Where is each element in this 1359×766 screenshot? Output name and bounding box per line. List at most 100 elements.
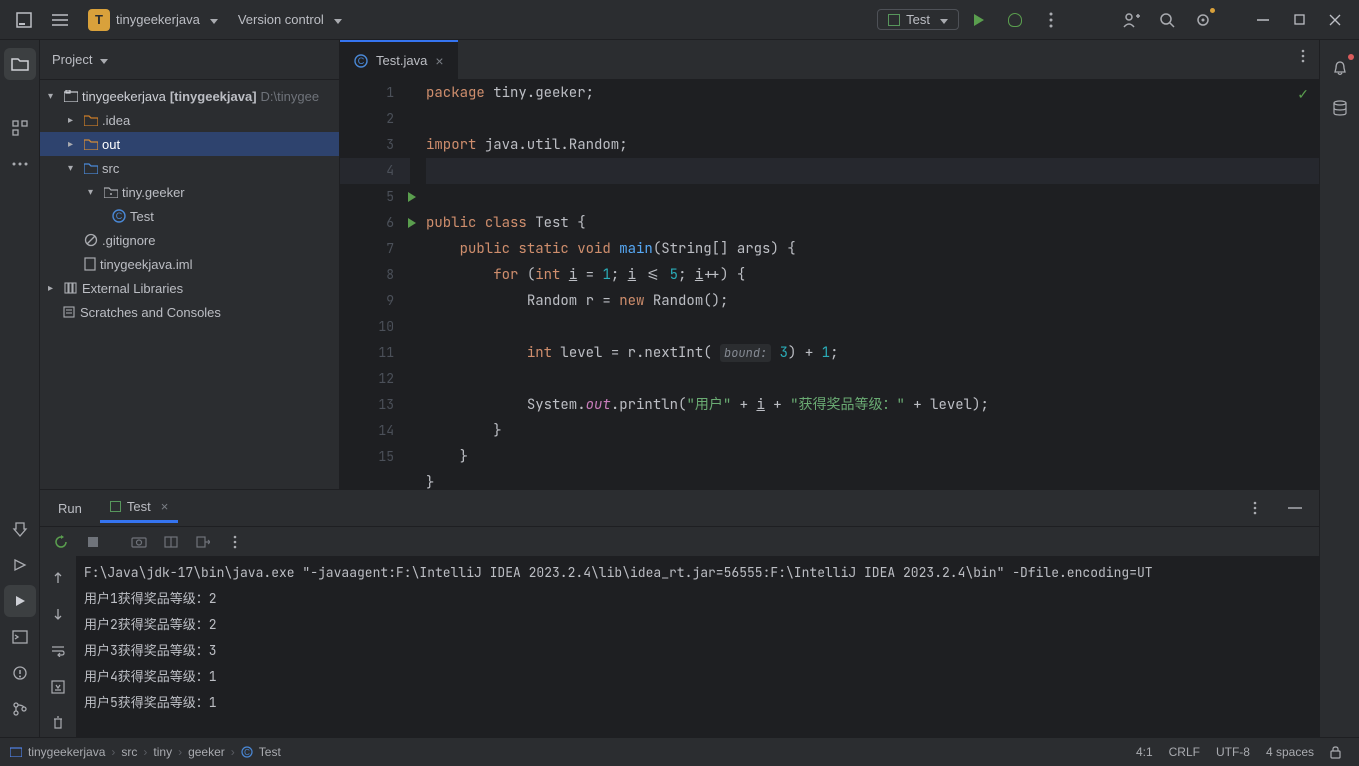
code-with-me-icon[interactable] bbox=[1115, 4, 1147, 36]
line-3[interactable]: 3 bbox=[340, 132, 410, 158]
inspection-ok-icon[interactable]: ✓ bbox=[1297, 86, 1309, 103]
encoding[interactable]: UTF-8 bbox=[1208, 745, 1258, 759]
trash-icon[interactable] bbox=[42, 709, 74, 737]
line-5[interactable]: 5 bbox=[340, 184, 410, 210]
ext-lib-label: External Libraries bbox=[82, 281, 183, 296]
run-config-button[interactable]: Test bbox=[877, 9, 959, 30]
scroll-end-icon[interactable] bbox=[42, 673, 74, 701]
chevron-down-icon[interactable] bbox=[96, 52, 108, 67]
indent[interactable]: 4 spaces bbox=[1258, 745, 1322, 759]
chevron-down-icon bbox=[936, 12, 948, 27]
tree-pkg[interactable]: ▾ tiny.geeker bbox=[40, 180, 339, 204]
maximize-button[interactable] bbox=[1283, 4, 1315, 36]
layout-icon[interactable] bbox=[158, 529, 184, 555]
more-tool-icon[interactable] bbox=[4, 148, 36, 180]
line-13[interactable]: 13 bbox=[340, 392, 410, 418]
more-actions-button[interactable] bbox=[1035, 4, 1067, 36]
problems-tool-icon[interactable] bbox=[4, 657, 36, 689]
run-tab-label: Test bbox=[127, 499, 151, 514]
minimize-button[interactable] bbox=[1247, 4, 1279, 36]
code-editor[interactable]: 1 2 3 4 5 6 7 8 9 10 11 12 13 14 bbox=[340, 80, 1319, 489]
tree-ext-lib[interactable]: ▸ External Libraries bbox=[40, 276, 339, 300]
line-9[interactable]: 9 bbox=[340, 288, 410, 314]
database-icon[interactable] bbox=[1324, 92, 1356, 124]
line-6[interactable]: 6 bbox=[340, 210, 410, 236]
line-11[interactable]: 11 bbox=[340, 340, 410, 366]
caret-position[interactable]: 4:1 bbox=[1128, 745, 1161, 759]
hamburger-icon[interactable] bbox=[44, 4, 76, 36]
exit-icon[interactable] bbox=[190, 529, 216, 555]
crumb-geeker[interactable]: geeker bbox=[188, 745, 225, 759]
run-tab-test[interactable]: Test × bbox=[100, 493, 178, 523]
build-tool-icon[interactable] bbox=[4, 513, 36, 545]
line-7[interactable]: 7 bbox=[340, 236, 410, 262]
line-15[interactable]: 15 bbox=[340, 444, 410, 470]
rerun-icon[interactable] bbox=[48, 529, 74, 555]
tab-test-java[interactable]: C Test.java × bbox=[340, 40, 458, 79]
crumb-src[interactable]: src bbox=[121, 745, 137, 759]
structure-tool-icon[interactable] bbox=[4, 112, 36, 144]
class-icon: C bbox=[241, 746, 253, 758]
tree-test[interactable]: C Test bbox=[40, 204, 339, 228]
project-header-label: Project bbox=[52, 52, 92, 67]
tree-gitignore[interactable]: .gitignore bbox=[40, 228, 339, 252]
crumb-test[interactable]: Test bbox=[259, 745, 281, 759]
run-more-icon[interactable] bbox=[1239, 492, 1271, 524]
project-tool-icon[interactable] bbox=[4, 48, 36, 80]
tree-src[interactable]: ▾ src bbox=[40, 156, 339, 180]
vcs-selector[interactable]: Version control bbox=[230, 8, 350, 31]
services-tool-icon[interactable] bbox=[4, 549, 36, 581]
crumb-project[interactable]: tinygeekerjava bbox=[28, 745, 105, 759]
module-icon bbox=[10, 747, 22, 757]
search-icon[interactable] bbox=[1151, 4, 1183, 36]
line-separator[interactable]: CRLF bbox=[1161, 745, 1208, 759]
crumb-tiny[interactable]: tiny bbox=[153, 745, 172, 759]
tree-idea[interactable]: ▸ .idea bbox=[40, 108, 339, 132]
tree-scratches[interactable]: Scratches and Consoles bbox=[40, 300, 339, 324]
line-1[interactable]: 1 bbox=[340, 80, 410, 106]
settings-icon[interactable] bbox=[1187, 4, 1219, 36]
git-tool-icon[interactable] bbox=[4, 693, 36, 725]
close-tab-icon[interactable]: × bbox=[435, 53, 443, 69]
tab-more-icon[interactable] bbox=[1287, 40, 1319, 72]
project-selector[interactable]: T tinygeekerjava bbox=[80, 5, 226, 35]
run-tool-icon[interactable] bbox=[4, 585, 36, 617]
breadcrumb[interactable]: tinygeekerjava › src › tiny › geeker › C… bbox=[10, 745, 281, 759]
notifications-icon[interactable] bbox=[1324, 52, 1356, 84]
up-icon[interactable] bbox=[42, 564, 74, 592]
console-output[interactable]: F:\Java\jdk-17\bin\java.exe "-javaagent:… bbox=[76, 556, 1319, 737]
camera-icon[interactable] bbox=[126, 529, 152, 555]
run-gutter-icon[interactable] bbox=[408, 192, 416, 202]
app-icon[interactable] bbox=[8, 4, 40, 36]
lock-icon[interactable] bbox=[1322, 746, 1349, 759]
project-name-label: tinygeekerjava bbox=[116, 12, 200, 27]
terminal-tool-icon[interactable] bbox=[4, 621, 36, 653]
close-button[interactable] bbox=[1319, 4, 1351, 36]
code-area[interactable]: package tiny.geeker; import java.util.Ra… bbox=[420, 80, 1319, 489]
down-icon[interactable] bbox=[42, 600, 74, 628]
run-gutter-icon[interactable] bbox=[408, 218, 416, 228]
debug-button[interactable] bbox=[999, 4, 1031, 36]
line-4[interactable]: 4 bbox=[340, 158, 410, 184]
tree-out[interactable]: ▸ out bbox=[40, 132, 339, 156]
line-8[interactable]: 8 bbox=[340, 262, 410, 288]
line-10[interactable]: 10 bbox=[340, 314, 410, 340]
line-2[interactable]: 2 bbox=[340, 106, 410, 132]
soft-wrap-icon[interactable] bbox=[42, 636, 74, 664]
runconf-label: Test bbox=[906, 12, 930, 27]
line-12[interactable]: 12 bbox=[340, 366, 410, 392]
hide-panel-icon[interactable] bbox=[1279, 492, 1311, 524]
stop-icon[interactable] bbox=[80, 529, 106, 555]
close-icon[interactable]: × bbox=[161, 499, 169, 514]
line-14[interactable]: 14 bbox=[340, 418, 410, 444]
tree-root[interactable]: ▾ tinygeekerjava [tinygeekjava] D:\tinyg… bbox=[40, 84, 339, 108]
run-button[interactable] bbox=[963, 4, 995, 36]
root-bold: [tinygeekjava] bbox=[170, 89, 257, 104]
module-icon bbox=[64, 90, 78, 102]
toolbar-more-icon[interactable] bbox=[222, 529, 248, 555]
tree-iml[interactable]: tinygeekjava.iml bbox=[40, 252, 339, 276]
svg-text:C: C bbox=[244, 748, 250, 757]
svg-text:C: C bbox=[358, 56, 365, 66]
root-path: D:\tinygee bbox=[261, 89, 320, 104]
gitignore-label: .gitignore bbox=[102, 233, 155, 248]
